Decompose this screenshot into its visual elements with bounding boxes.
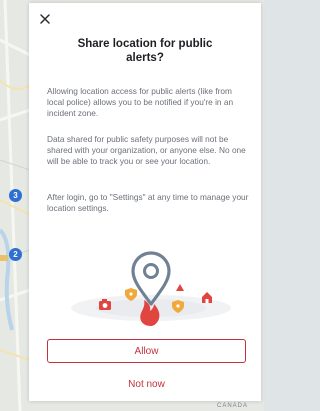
dialog-paragraph: Data shared for public safety purposes w… — [47, 134, 246, 167]
location-alert-illustration — [71, 251, 231, 326]
dialog-title: Share location for public alerts? — [77, 38, 213, 64]
warning-icon — [176, 284, 184, 291]
close-icon — [40, 14, 50, 24]
house-icon — [202, 292, 212, 303]
map-marker[interactable]: 2 — [9, 248, 22, 261]
dialog-paragraph: Allowing location access for public aler… — [47, 86, 234, 119]
not-now-button[interactable]: Not now — [47, 376, 246, 392]
map-attribution: CANADA — [216, 403, 248, 409]
map-marker[interactable]: 3 — [9, 189, 22, 202]
allow-button[interactable]: Allow — [47, 339, 246, 363]
dialog-paragraph: After login, go to "Settings" at any tim… — [47, 192, 249, 214]
location-permission-dialog: Share location for public alerts? Allowi… — [29, 3, 261, 401]
close-button[interactable] — [38, 12, 52, 26]
